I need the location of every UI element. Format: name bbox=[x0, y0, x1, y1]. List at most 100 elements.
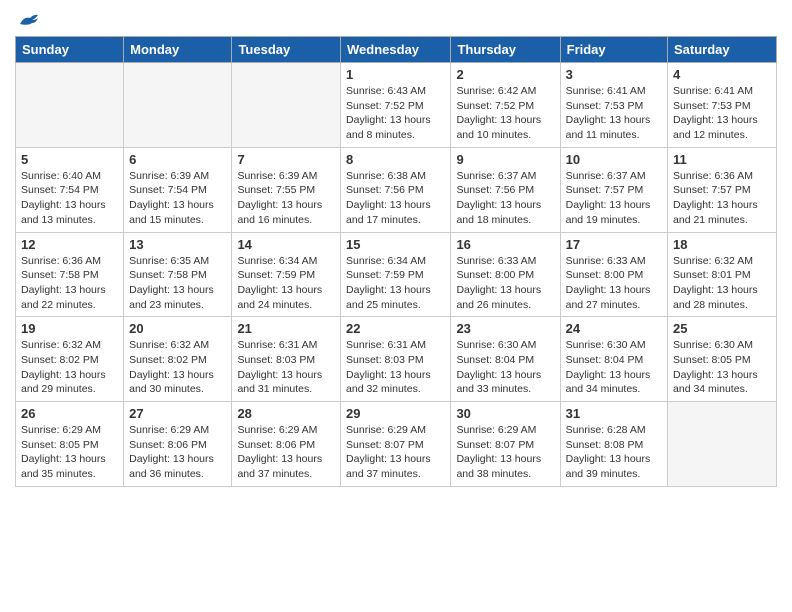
calendar-cell: 5 Sunrise: 6:40 AM Sunset: 7:54 PM Daylig… bbox=[16, 147, 124, 232]
weekday-header-monday: Monday bbox=[124, 37, 232, 63]
calendar-cell bbox=[668, 402, 777, 487]
calendar-header-row: SundayMondayTuesdayWednesdayThursdayFrid… bbox=[16, 37, 777, 63]
day-number: 11 bbox=[673, 152, 771, 167]
calendar-cell: 13 Sunrise: 6:35 AM Sunset: 7:58 PM Dayli… bbox=[124, 232, 232, 317]
day-info: Sunrise: 6:30 AM Sunset: 8:04 PM Dayligh… bbox=[456, 338, 554, 397]
day-number: 24 bbox=[566, 321, 662, 336]
day-number: 25 bbox=[673, 321, 771, 336]
day-number: 8 bbox=[346, 152, 445, 167]
day-info: Sunrise: 6:29 AM Sunset: 8:06 PM Dayligh… bbox=[237, 423, 335, 482]
day-info: Sunrise: 6:29 AM Sunset: 8:07 PM Dayligh… bbox=[346, 423, 445, 482]
calendar-week-4: 26 Sunrise: 6:29 AM Sunset: 8:05 PM Dayli… bbox=[16, 402, 777, 487]
calendar-cell: 24 Sunrise: 6:30 AM Sunset: 8:04 PM Dayli… bbox=[560, 317, 667, 402]
day-number: 13 bbox=[129, 237, 226, 252]
logo-bird-icon bbox=[18, 12, 40, 28]
day-number: 19 bbox=[21, 321, 118, 336]
day-number: 17 bbox=[566, 237, 662, 252]
calendar-cell: 15 Sunrise: 6:34 AM Sunset: 7:59 PM Dayli… bbox=[341, 232, 451, 317]
day-number: 20 bbox=[129, 321, 226, 336]
day-number: 23 bbox=[456, 321, 554, 336]
weekday-header-wednesday: Wednesday bbox=[341, 37, 451, 63]
day-info: Sunrise: 6:32 AM Sunset: 8:02 PM Dayligh… bbox=[21, 338, 118, 397]
calendar-cell: 26 Sunrise: 6:29 AM Sunset: 8:05 PM Dayli… bbox=[16, 402, 124, 487]
day-number: 30 bbox=[456, 406, 554, 421]
calendar-cell: 18Sunrise: 6:32 AM Sunset: 8:01 PM Dayli… bbox=[668, 232, 777, 317]
calendar-cell: 31 Sunrise: 6:28 AM Sunset: 8:08 PM Dayli… bbox=[560, 402, 667, 487]
day-number: 15 bbox=[346, 237, 445, 252]
weekday-header-tuesday: Tuesday bbox=[232, 37, 341, 63]
calendar-cell: 8 Sunrise: 6:38 AM Sunset: 7:56 PM Daylig… bbox=[341, 147, 451, 232]
day-number: 4 bbox=[673, 67, 771, 82]
weekday-header-thursday: Thursday bbox=[451, 37, 560, 63]
calendar-cell: 29Sunrise: 6:29 AM Sunset: 8:07 PM Dayli… bbox=[341, 402, 451, 487]
day-info: Sunrise: 6:34 AM Sunset: 7:59 PM Dayligh… bbox=[346, 254, 445, 313]
calendar-cell: 17 Sunrise: 6:33 AM Sunset: 8:00 PM Dayli… bbox=[560, 232, 667, 317]
calendar-cell: 23 Sunrise: 6:30 AM Sunset: 8:04 PM Dayli… bbox=[451, 317, 560, 402]
calendar-week-2: 12Sunrise: 6:36 AM Sunset: 7:58 PM Dayli… bbox=[16, 232, 777, 317]
day-info: Sunrise: 6:28 AM Sunset: 8:08 PM Dayligh… bbox=[566, 423, 662, 482]
day-info: Sunrise: 6:41 AM Sunset: 7:53 PM Dayligh… bbox=[673, 84, 771, 143]
calendar-cell: 20 Sunrise: 6:32 AM Sunset: 8:02 PM Dayli… bbox=[124, 317, 232, 402]
day-info: Sunrise: 6:33 AM Sunset: 8:00 PM Dayligh… bbox=[566, 254, 662, 313]
day-number: 6 bbox=[129, 152, 226, 167]
day-number: 9 bbox=[456, 152, 554, 167]
calendar-cell: 3 Sunrise: 6:41 AM Sunset: 7:53 PM Daylig… bbox=[560, 63, 667, 148]
day-number: 14 bbox=[237, 237, 335, 252]
weekday-header-friday: Friday bbox=[560, 37, 667, 63]
calendar-cell: 30 Sunrise: 6:29 AM Sunset: 8:07 PM Dayli… bbox=[451, 402, 560, 487]
day-info: Sunrise: 6:32 AM Sunset: 8:01 PM Dayligh… bbox=[673, 254, 771, 313]
calendar-cell: 10 Sunrise: 6:37 AM Sunset: 7:57 PM Dayli… bbox=[560, 147, 667, 232]
weekday-header-saturday: Saturday bbox=[668, 37, 777, 63]
day-info: Sunrise: 6:29 AM Sunset: 8:07 PM Dayligh… bbox=[456, 423, 554, 482]
day-number: 3 bbox=[566, 67, 662, 82]
day-info: Sunrise: 6:29 AM Sunset: 8:06 PM Dayligh… bbox=[129, 423, 226, 482]
calendar-week-3: 19 Sunrise: 6:32 AM Sunset: 8:02 PM Dayli… bbox=[16, 317, 777, 402]
calendar-cell: 14Sunrise: 6:34 AM Sunset: 7:59 PM Dayli… bbox=[232, 232, 341, 317]
day-info: Sunrise: 6:29 AM Sunset: 8:05 PM Dayligh… bbox=[21, 423, 118, 482]
logo bbox=[15, 10, 40, 28]
calendar-cell: 6 Sunrise: 6:39 AM Sunset: 7:54 PM Daylig… bbox=[124, 147, 232, 232]
day-number: 22 bbox=[346, 321, 445, 336]
day-info: Sunrise: 6:31 AM Sunset: 8:03 PM Dayligh… bbox=[237, 338, 335, 397]
day-info: Sunrise: 6:36 AM Sunset: 7:58 PM Dayligh… bbox=[21, 254, 118, 313]
day-info: Sunrise: 6:43 AM Sunset: 7:52 PM Dayligh… bbox=[346, 84, 445, 143]
calendar-cell: 7 Sunrise: 6:39 AM Sunset: 7:55 PM Daylig… bbox=[232, 147, 341, 232]
day-number: 10 bbox=[566, 152, 662, 167]
day-info: Sunrise: 6:39 AM Sunset: 7:54 PM Dayligh… bbox=[129, 169, 226, 228]
day-info: Sunrise: 6:37 AM Sunset: 7:56 PM Dayligh… bbox=[456, 169, 554, 228]
day-info: Sunrise: 6:40 AM Sunset: 7:54 PM Dayligh… bbox=[21, 169, 118, 228]
calendar-week-0: 1Sunrise: 6:43 AM Sunset: 7:52 PM Daylig… bbox=[16, 63, 777, 148]
calendar-cell bbox=[124, 63, 232, 148]
day-info: Sunrise: 6:39 AM Sunset: 7:55 PM Dayligh… bbox=[237, 169, 335, 228]
day-number: 21 bbox=[237, 321, 335, 336]
calendar-cell: 27Sunrise: 6:29 AM Sunset: 8:06 PM Dayli… bbox=[124, 402, 232, 487]
day-info: Sunrise: 6:32 AM Sunset: 8:02 PM Dayligh… bbox=[129, 338, 226, 397]
calendar-cell: 16 Sunrise: 6:33 AM Sunset: 8:00 PM Dayli… bbox=[451, 232, 560, 317]
calendar-cell: 9 Sunrise: 6:37 AM Sunset: 7:56 PM Daylig… bbox=[451, 147, 560, 232]
calendar-table: SundayMondayTuesdayWednesdayThursdayFrid… bbox=[15, 36, 777, 487]
day-info: Sunrise: 6:37 AM Sunset: 7:57 PM Dayligh… bbox=[566, 169, 662, 228]
day-number: 28 bbox=[237, 406, 335, 421]
day-info: Sunrise: 6:30 AM Sunset: 8:05 PM Dayligh… bbox=[673, 338, 771, 397]
day-number: 16 bbox=[456, 237, 554, 252]
calendar-cell: 2Sunrise: 6:42 AM Sunset: 7:52 PM Daylig… bbox=[451, 63, 560, 148]
calendar-cell: 11 Sunrise: 6:36 AM Sunset: 7:57 PM Dayli… bbox=[668, 147, 777, 232]
page: SundayMondayTuesdayWednesdayThursdayFrid… bbox=[0, 0, 792, 612]
day-info: Sunrise: 6:30 AM Sunset: 8:04 PM Dayligh… bbox=[566, 338, 662, 397]
calendar-week-1: 5 Sunrise: 6:40 AM Sunset: 7:54 PM Daylig… bbox=[16, 147, 777, 232]
day-number: 5 bbox=[21, 152, 118, 167]
day-info: Sunrise: 6:33 AM Sunset: 8:00 PM Dayligh… bbox=[456, 254, 554, 313]
weekday-header-sunday: Sunday bbox=[16, 37, 124, 63]
calendar-cell: 19 Sunrise: 6:32 AM Sunset: 8:02 PM Dayli… bbox=[16, 317, 124, 402]
day-info: Sunrise: 6:38 AM Sunset: 7:56 PM Dayligh… bbox=[346, 169, 445, 228]
header bbox=[15, 10, 777, 28]
calendar-cell: 1Sunrise: 6:43 AM Sunset: 7:52 PM Daylig… bbox=[341, 63, 451, 148]
day-info: Sunrise: 6:36 AM Sunset: 7:57 PM Dayligh… bbox=[673, 169, 771, 228]
day-number: 7 bbox=[237, 152, 335, 167]
day-info: Sunrise: 6:41 AM Sunset: 7:53 PM Dayligh… bbox=[566, 84, 662, 143]
day-number: 26 bbox=[21, 406, 118, 421]
day-number: 31 bbox=[566, 406, 662, 421]
day-info: Sunrise: 6:35 AM Sunset: 7:58 PM Dayligh… bbox=[129, 254, 226, 313]
day-info: Sunrise: 6:42 AM Sunset: 7:52 PM Dayligh… bbox=[456, 84, 554, 143]
calendar-cell: 12Sunrise: 6:36 AM Sunset: 7:58 PM Dayli… bbox=[16, 232, 124, 317]
